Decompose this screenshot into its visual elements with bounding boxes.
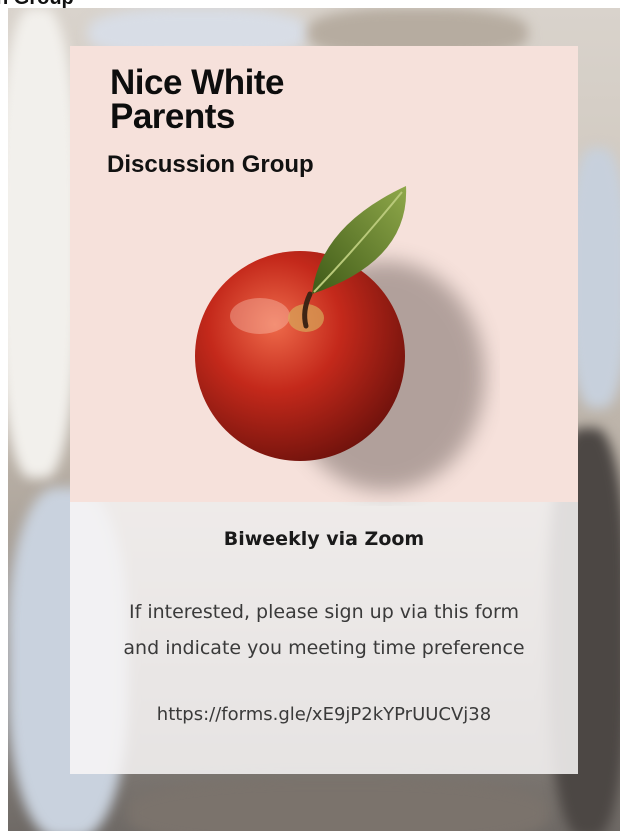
signup-instructions-line-2: and indicate you meeting time preference [123, 637, 525, 659]
signup-form-link[interactable]: https://forms.gle/xE9jP2kYPrUUCVj38 [70, 704, 578, 725]
apple-illustration [195, 186, 485, 491]
brand-title: Nice White Parents [110, 63, 284, 136]
signup-instructions: If interested, please sign up via this f… [70, 594, 578, 666]
apple-body [195, 251, 405, 461]
brand-line-1: Nice White [110, 63, 284, 102]
brand-line-2: Parents [110, 97, 235, 136]
signup-instructions-line-1: If interested, please sign up via this f… [128, 601, 520, 623]
apple-highlight [230, 298, 290, 334]
meeting-schedule: Biweekly via Zoom [223, 528, 425, 550]
subtitle: Discussion Group [107, 151, 314, 178]
flyer-card: Nice White Parents Discussion Group Biwe… [70, 46, 578, 774]
